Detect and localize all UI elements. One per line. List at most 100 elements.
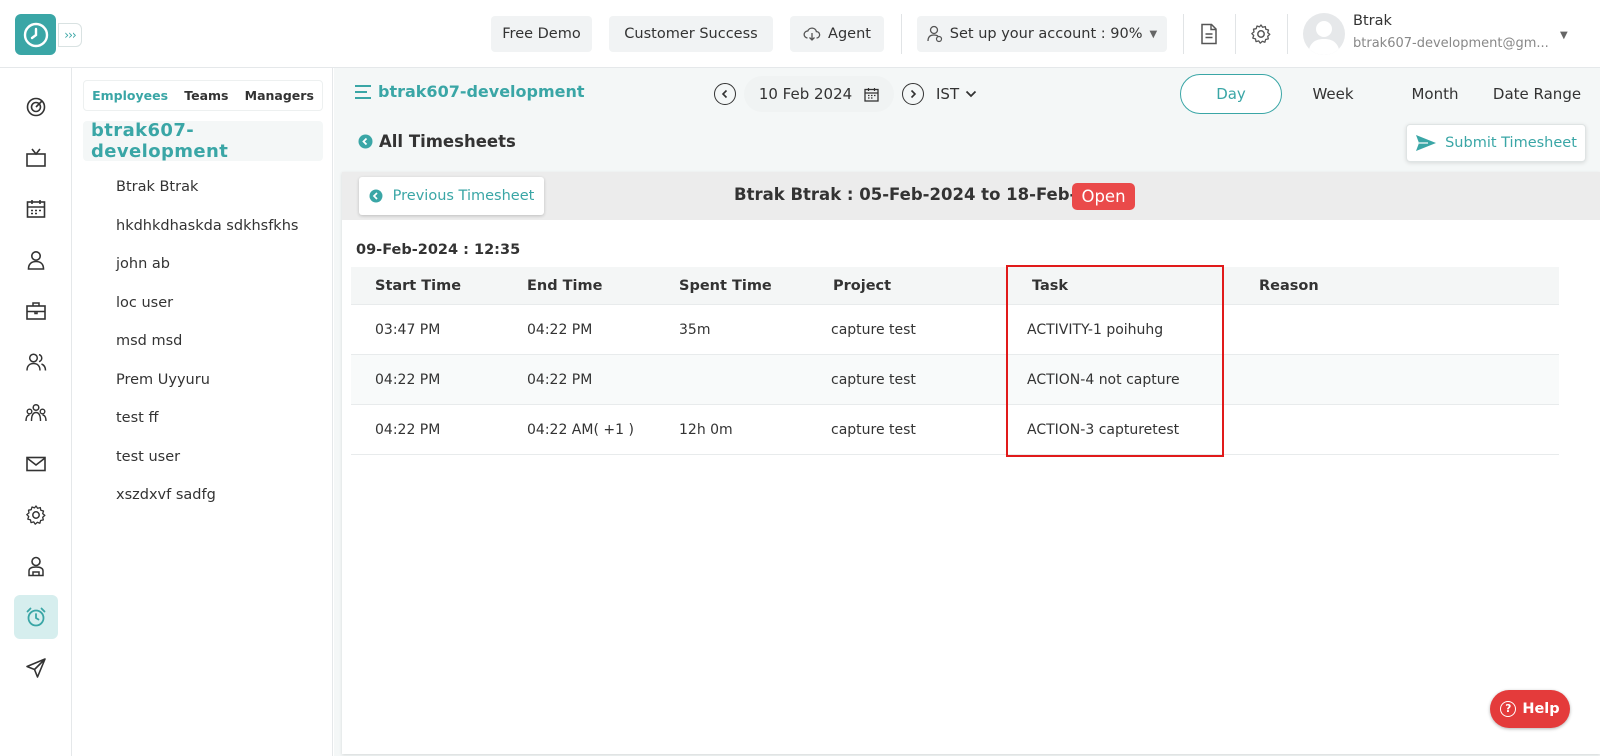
table-row[interactable]: 04:22 PM 04:22 AM( +1 ) 12h 0m capture t… bbox=[351, 405, 1559, 455]
timesheet-card: Previous Timesheet Btrak Btrak : 05-Feb-… bbox=[342, 172, 1600, 754]
chevron-right-icon bbox=[910, 89, 917, 99]
period-date-range[interactable]: Date Range bbox=[1486, 85, 1588, 103]
prev-date-button[interactable] bbox=[714, 83, 736, 105]
employee-item[interactable]: john ab bbox=[116, 245, 316, 284]
calendar-icon bbox=[864, 87, 879, 102]
rail-mail[interactable] bbox=[14, 442, 58, 486]
gear-icon bbox=[1251, 24, 1271, 44]
free-demo-label: Free Demo bbox=[502, 26, 581, 42]
cell-project: capture test bbox=[831, 371, 916, 388]
employee-item[interactable]: loc user bbox=[116, 284, 316, 323]
previous-timesheet-button[interactable]: Previous Timesheet bbox=[359, 177, 544, 215]
cloud-download-icon bbox=[803, 27, 821, 41]
all-timesheets-link[interactable]: All Timesheets bbox=[358, 132, 516, 151]
user-avatar[interactable] bbox=[1303, 13, 1345, 55]
rail-badge[interactable] bbox=[14, 544, 58, 588]
back-circle-icon bbox=[358, 134, 373, 149]
table-row[interactable]: 03:47 PM 04:22 PM 35m capture test ACTIV… bbox=[351, 305, 1559, 355]
col-start-time: Start Time bbox=[375, 277, 462, 294]
tab-employees[interactable]: Employees bbox=[92, 88, 168, 103]
employee-tabs: Employees Teams Managers bbox=[83, 80, 323, 111]
next-date-button[interactable] bbox=[902, 83, 924, 105]
expand-sidebar-button[interactable]: ››› bbox=[58, 23, 82, 47]
menu-lines-icon bbox=[355, 84, 371, 99]
document-button[interactable] bbox=[1197, 22, 1221, 46]
date-value: 10 Feb 2024 bbox=[758, 85, 853, 103]
paper-plane-icon bbox=[1416, 135, 1437, 151]
user-email: btrak607-development@gm... bbox=[1353, 36, 1549, 51]
icon-sidebar bbox=[0, 68, 72, 756]
settings-button[interactable] bbox=[1249, 22, 1273, 46]
setup-account-dropdown[interactable]: Set up your account : 90% ▼ bbox=[917, 16, 1167, 52]
employee-item[interactable]: Btrak Btrak bbox=[116, 168, 316, 207]
all-timesheets-label: All Timesheets bbox=[379, 132, 516, 151]
rail-calendar[interactable] bbox=[14, 187, 58, 231]
cell-project: capture test bbox=[831, 321, 916, 338]
top-header: ››› Free Demo Customer Success Agent Set… bbox=[0, 0, 1600, 68]
briefcase-icon bbox=[26, 302, 46, 320]
table-row[interactable]: 04:22 PM 04:22 PM capture test ACTION-4 … bbox=[351, 355, 1559, 405]
rail-teams[interactable] bbox=[14, 391, 58, 435]
user-setup-icon bbox=[927, 25, 942, 43]
previous-timesheet-label: Previous Timesheet bbox=[392, 188, 535, 204]
date-picker[interactable]: 10 Feb 2024 bbox=[744, 76, 894, 112]
chevron-down-icon bbox=[965, 90, 977, 98]
table-header-row: Start Time End Time Spent Time Project T… bbox=[351, 267, 1559, 305]
clock-logo-icon bbox=[23, 22, 48, 47]
employee-item[interactable]: hkdhkdhaskda sdkhsfkhs bbox=[116, 207, 316, 246]
help-label: Help bbox=[1522, 701, 1560, 717]
col-reason: Reason bbox=[1259, 277, 1319, 294]
help-button[interactable]: ? Help bbox=[1490, 690, 1570, 728]
question-icon: ? bbox=[1500, 701, 1517, 717]
employee-item[interactable]: test user bbox=[116, 438, 316, 477]
employee-item[interactable]: Prem Uyyuru bbox=[116, 361, 316, 400]
timezone-dropdown[interactable]: IST bbox=[936, 85, 977, 103]
rail-send[interactable] bbox=[14, 646, 58, 690]
period-month[interactable]: Month bbox=[1384, 85, 1486, 103]
app-logo[interactable] bbox=[15, 14, 56, 55]
period-week[interactable]: Week bbox=[1282, 85, 1384, 103]
rail-timesheet[interactable] bbox=[14, 595, 58, 639]
breadcrumb[interactable]: btrak607-development bbox=[354, 82, 585, 101]
rail-dashboard[interactable] bbox=[14, 85, 58, 129]
employee-item[interactable]: test ff bbox=[116, 399, 316, 438]
calendar-icon bbox=[26, 200, 46, 218]
caret-down-icon: ▼ bbox=[1149, 28, 1158, 40]
rail-profile[interactable] bbox=[14, 238, 58, 282]
user-name: Btrak bbox=[1353, 13, 1392, 29]
cell-start-time: 04:22 PM bbox=[375, 421, 441, 438]
rail-projects[interactable] bbox=[14, 289, 58, 333]
timesheet-table: Start Time End Time Spent Time Project T… bbox=[351, 267, 1559, 455]
rail-settings[interactable] bbox=[14, 493, 58, 537]
submit-timesheet-label: Submit Timesheet bbox=[1445, 135, 1577, 151]
agent-button[interactable]: Agent bbox=[790, 16, 884, 52]
submit-timesheet-button[interactable]: Submit Timesheet bbox=[1406, 124, 1586, 162]
main-content: btrak607-development 10 Feb 2024 IST Day… bbox=[334, 68, 1600, 756]
alarm-clock-icon bbox=[26, 607, 46, 627]
free-demo-button[interactable]: Free Demo bbox=[491, 16, 592, 52]
period-selector: Day Week Month Date Range bbox=[1180, 74, 1588, 114]
tab-teams[interactable]: Teams bbox=[184, 88, 228, 103]
rail-tv[interactable] bbox=[14, 136, 58, 180]
document-icon bbox=[1201, 23, 1217, 45]
cell-start-time: 03:47 PM bbox=[375, 321, 441, 338]
tab-managers[interactable]: Managers bbox=[245, 88, 314, 103]
rail-users[interactable] bbox=[14, 340, 58, 384]
employee-item[interactable]: msd msd bbox=[116, 322, 316, 361]
cell-project: capture test bbox=[831, 421, 916, 438]
user-menu-caret-icon[interactable]: ▼ bbox=[1560, 26, 1568, 42]
customer-success-label: Customer Success bbox=[624, 26, 758, 42]
cell-end-time: 04:22 PM bbox=[527, 371, 593, 388]
chevron-left-icon bbox=[721, 89, 728, 99]
breadcrumb-label: btrak607-development bbox=[378, 82, 585, 101]
settings-icon bbox=[26, 505, 46, 525]
customer-success-button[interactable]: Customer Success bbox=[609, 16, 773, 52]
divider bbox=[1287, 14, 1288, 54]
employee-item[interactable]: xszdxvf sadfg bbox=[116, 476, 316, 515]
timesheet-card-header: Previous Timesheet Btrak Btrak : 05-Feb-… bbox=[342, 172, 1600, 220]
org-title[interactable]: btrak607-development bbox=[83, 120, 323, 162]
avatar-placeholder-icon bbox=[1308, 21, 1340, 55]
period-day[interactable]: Day bbox=[1180, 74, 1282, 114]
employee-panel: Employees Teams Managers btrak607-develo… bbox=[73, 68, 333, 756]
team-icon bbox=[25, 403, 47, 422]
